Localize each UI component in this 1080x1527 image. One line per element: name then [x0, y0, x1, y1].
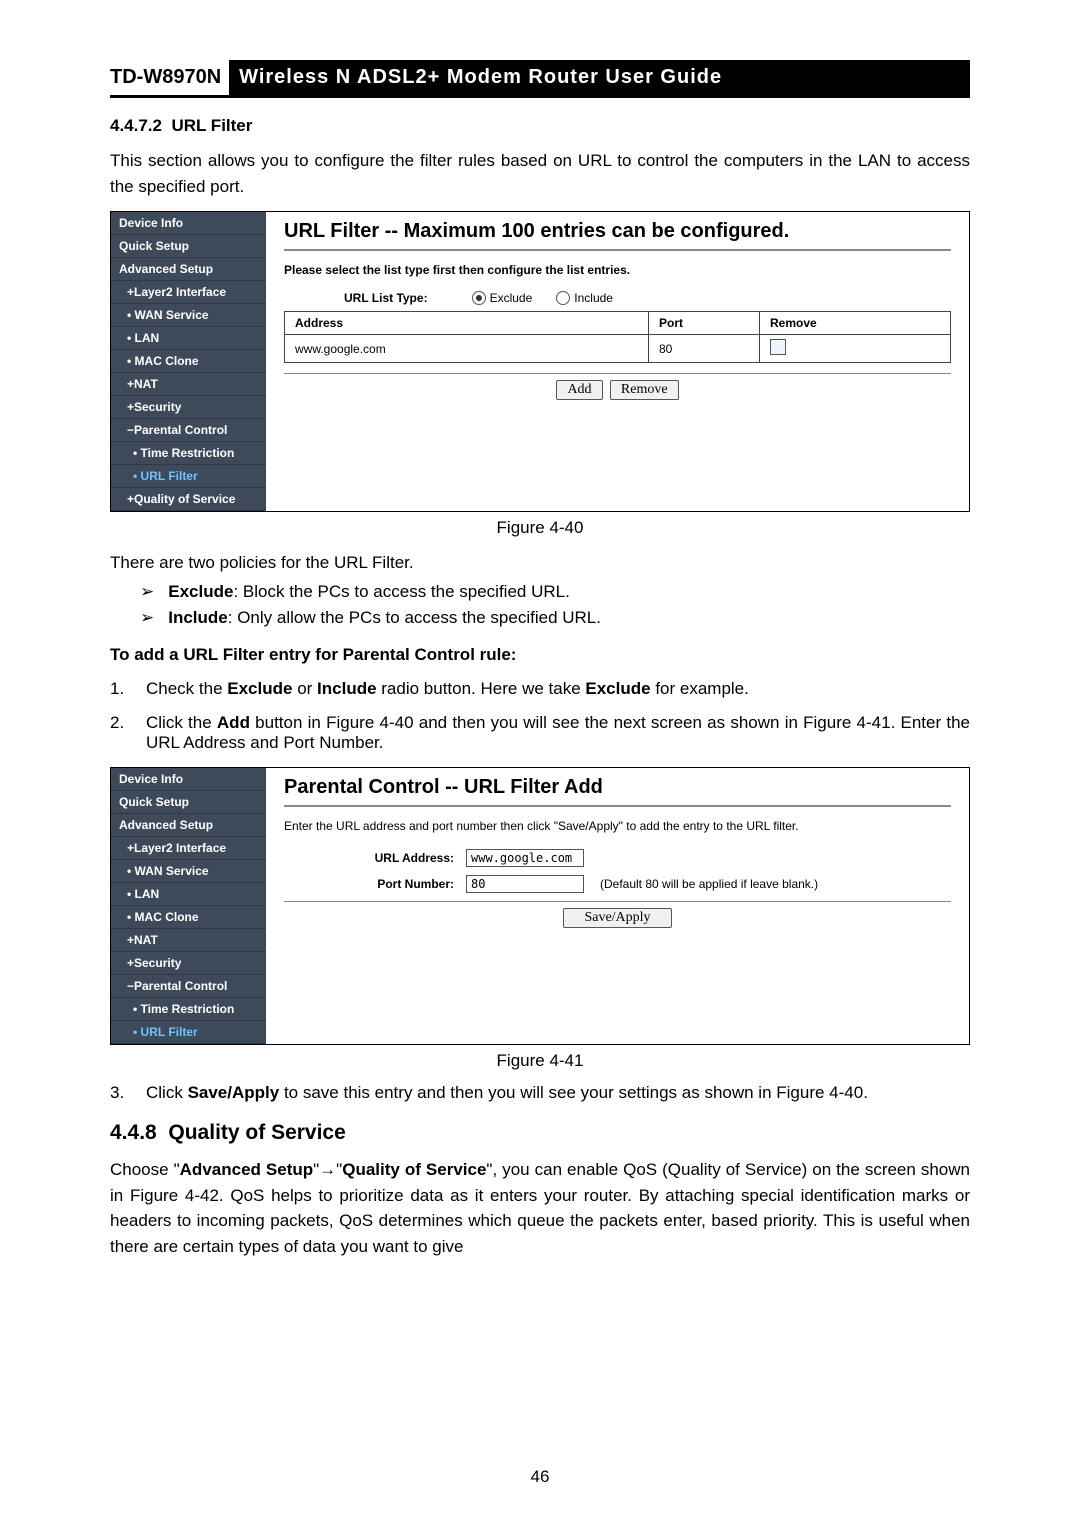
col-address: Address: [285, 312, 649, 335]
sidebar-item[interactable]: −Parental Control: [111, 975, 266, 998]
page-number: 46: [0, 1467, 1080, 1487]
radio-include[interactable]: Include: [556, 291, 613, 305]
remove-checkbox[interactable]: [770, 339, 786, 355]
url-list-type-row: URL List Type: Exclude Include: [284, 291, 951, 305]
url-list-type-label: URL List Type:: [344, 291, 428, 305]
step-number: 2.: [110, 713, 132, 753]
sidebar-item[interactable]: +Layer2 Interface: [111, 837, 266, 860]
save-apply-button[interactable]: Save/Apply: [563, 908, 671, 928]
url-address-row: URL Address: www.google.com: [284, 849, 951, 867]
add-rule-step3: 3. Click Save/Apply to save this entry a…: [110, 1083, 970, 1103]
port-number-label: Port Number:: [284, 877, 454, 891]
panel-note: Enter the URL address and port number th…: [284, 819, 951, 833]
table-row: www.google.com 80: [285, 335, 951, 363]
sidebar-nav: Device InfoQuick SetupAdvanced Setup+Lay…: [111, 768, 266, 1044]
radio-dot-icon: [556, 291, 570, 305]
model-number: TD-W8970N: [110, 60, 229, 95]
figure-caption: Figure 4-40: [110, 518, 970, 538]
sidebar-item[interactable]: Device Info: [111, 768, 266, 791]
sidebar-nav: Device InfoQuick SetupAdvanced Setup+Lay…: [111, 212, 266, 511]
sidebar-item[interactable]: • MAC Clone: [111, 906, 266, 929]
section-heading-qos: 4.4.8 Quality of Service: [110, 1121, 970, 1145]
policies-intro: There are two policies for the URL Filte…: [110, 550, 970, 576]
port-hint: (Default 80 will be applied if leave bla…: [600, 877, 818, 891]
sidebar-item[interactable]: • URL Filter: [111, 1021, 266, 1044]
sidebar-item[interactable]: Quick Setup: [111, 791, 266, 814]
sidebar-item[interactable]: −Parental Control: [111, 419, 266, 442]
sidebar-item[interactable]: +Security: [111, 396, 266, 419]
qos-paragraph: Choose "Advanced Setup"→"Quality of Serv…: [110, 1157, 970, 1259]
radio-dot-icon: [472, 291, 486, 305]
divider: [284, 805, 951, 807]
url-filter-panel: URL Filter -- Maximum 100 entries can be…: [266, 212, 969, 511]
add-rule-steps: 1. Check the Exclude or Include radio bu…: [110, 679, 970, 753]
remove-button[interactable]: Remove: [610, 380, 679, 400]
panel-title: Parental Control -- URL Filter Add: [284, 776, 951, 799]
sidebar-item[interactable]: • Time Restriction: [111, 442, 266, 465]
panel-note: Please select the list type first then c…: [284, 263, 951, 277]
url-filter-intro: This section allows you to configure the…: [110, 148, 970, 199]
sidebar-item[interactable]: • LAN: [111, 883, 266, 906]
sidebar-item[interactable]: Device Info: [111, 212, 266, 235]
policy-list: ➢ Exclude: Block the PCs to access the s…: [110, 582, 970, 628]
sidebar-item[interactable]: • WAN Service: [111, 304, 266, 327]
url-filter-add-panel: Parental Control -- URL Filter Add Enter…: [266, 768, 969, 1044]
divider: [284, 901, 951, 902]
divider: [284, 373, 951, 374]
port-number-row: Port Number: 80 (Default 80 will be appl…: [284, 875, 951, 893]
col-port: Port: [649, 312, 760, 335]
sidebar-item[interactable]: +NAT: [111, 929, 266, 952]
figure-4-40: Device InfoQuick SetupAdvanced Setup+Lay…: [110, 211, 970, 512]
divider: [284, 249, 951, 251]
url-filter-table: Address Port Remove www.google.com 80: [284, 311, 951, 363]
cell-port: 80: [649, 335, 760, 363]
cell-remove: [760, 335, 951, 363]
panel-title: URL Filter -- Maximum 100 entries can be…: [284, 220, 951, 243]
radio-exclude[interactable]: Exclude: [472, 291, 533, 305]
doc-title: Wireless N ADSL2+ Modem Router User Guid…: [229, 60, 970, 95]
sidebar-item[interactable]: Advanced Setup: [111, 258, 266, 281]
sidebar-item[interactable]: • URL Filter: [111, 465, 266, 488]
bullet-arrow-icon: ➢: [140, 582, 154, 602]
figure-caption: Figure 4-41: [110, 1051, 970, 1071]
sidebar-item[interactable]: +NAT: [111, 373, 266, 396]
sidebar-item[interactable]: Quick Setup: [111, 235, 266, 258]
sidebar-item[interactable]: • LAN: [111, 327, 266, 350]
add-rule-heading: To add a URL Filter entry for Parental C…: [110, 642, 970, 668]
step-number: 3.: [110, 1083, 132, 1103]
sidebar-item[interactable]: +Quality of Service: [111, 488, 266, 511]
cell-address: www.google.com: [285, 335, 649, 363]
col-remove: Remove: [760, 312, 951, 335]
sidebar-item[interactable]: • Time Restriction: [111, 998, 266, 1021]
sidebar-item[interactable]: Advanced Setup: [111, 814, 266, 837]
port-number-input[interactable]: 80: [466, 875, 584, 893]
add-button[interactable]: Add: [556, 380, 602, 400]
sidebar-item[interactable]: • MAC Clone: [111, 350, 266, 373]
doc-header: TD-W8970N Wireless N ADSL2+ Modem Router…: [110, 60, 970, 98]
section-heading-url-filter: 4.4.7.2 URL Filter: [110, 116, 970, 136]
url-address-label: URL Address:: [284, 851, 454, 865]
sidebar-item[interactable]: +Security: [111, 952, 266, 975]
step-number: 1.: [110, 679, 132, 699]
bullet-arrow-icon: ➢: [140, 608, 154, 628]
figure-4-41: Device InfoQuick SetupAdvanced Setup+Lay…: [110, 767, 970, 1045]
url-address-input[interactable]: www.google.com: [466, 849, 584, 867]
sidebar-item[interactable]: • WAN Service: [111, 860, 266, 883]
sidebar-item[interactable]: +Layer2 Interface: [111, 281, 266, 304]
